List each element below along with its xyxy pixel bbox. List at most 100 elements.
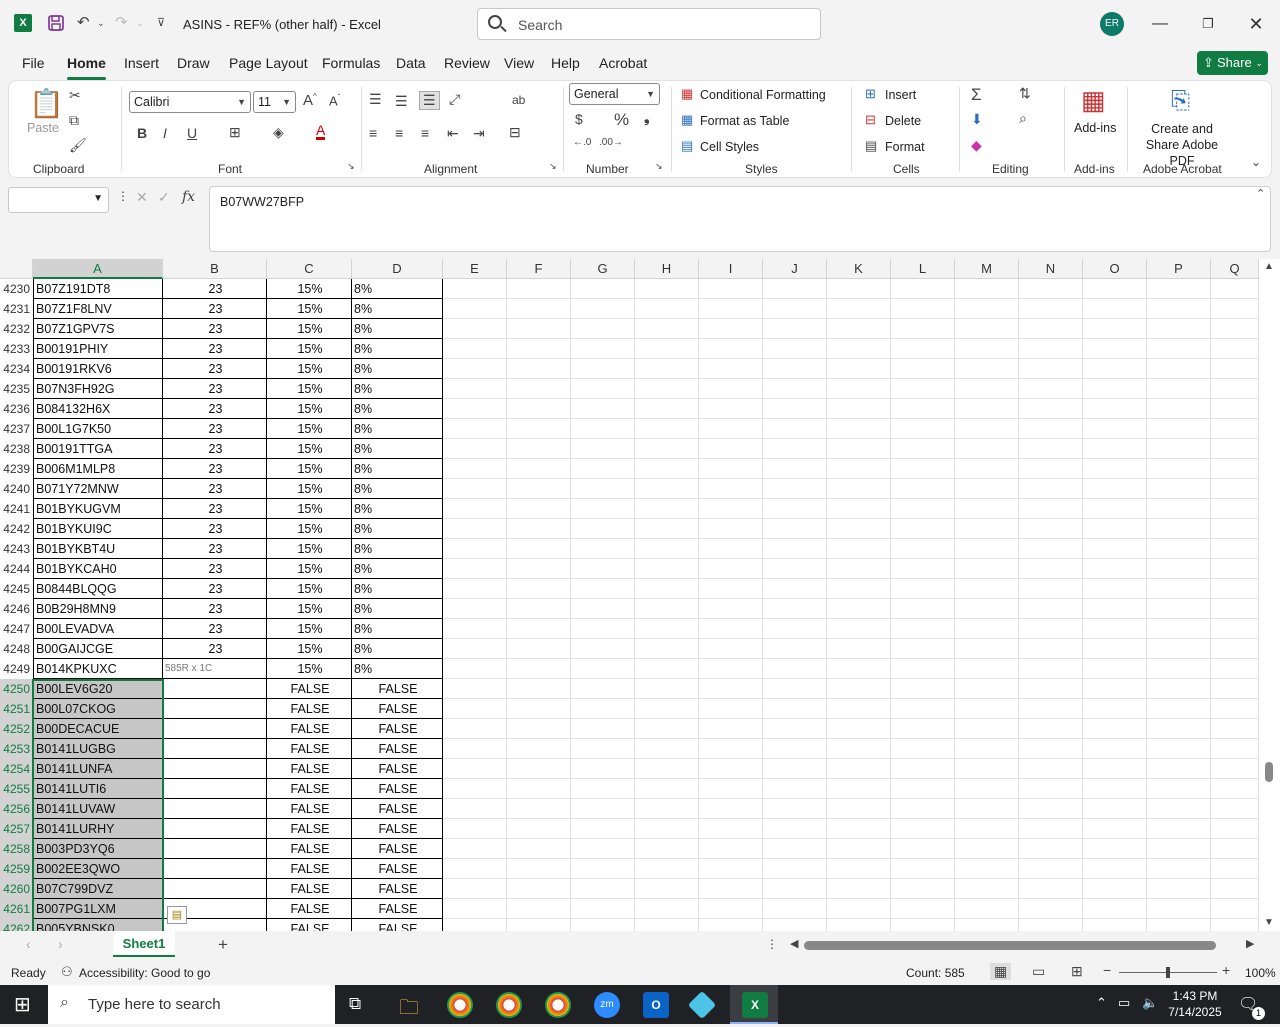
search-input[interactable]: Search — [477, 8, 821, 40]
page-layout-view-icon[interactable]: ▭ — [1032, 963, 1045, 980]
cell-d[interactable]: FALSE — [352, 679, 443, 699]
insert-cells-icon[interactable]: ⊞ — [865, 86, 876, 102]
show-hidden-icons-icon[interactable]: ⌃ — [1096, 995, 1107, 1011]
cell-a[interactable]: B0844BLQQG — [33, 579, 163, 599]
format-painter-icon[interactable]: 🖌 — [69, 137, 87, 154]
cell-b[interactable]: 23 — [163, 479, 267, 499]
cell-a[interactable]: B0141LUVAW — [33, 799, 163, 819]
avatar[interactable]: ER — [1100, 12, 1124, 36]
cell-b[interactable] — [163, 879, 267, 899]
column-header-g[interactable]: G — [571, 259, 635, 279]
cell-a[interactable]: B002EE3QWO — [33, 859, 163, 879]
cell-a[interactable]: B00191RKV6 — [33, 359, 163, 379]
select-all-corner[interactable] — [0, 259, 33, 279]
cell-d[interactable]: 8% — [352, 599, 443, 619]
cell-c[interactable]: 15% — [267, 399, 352, 419]
cell-a[interactable]: B07Z1GPV7S — [33, 319, 163, 339]
cell-b[interactable]: 23 — [163, 559, 267, 579]
number-format-combo[interactable]: General ▼ — [569, 83, 660, 105]
zoom-slider-thumb[interactable] — [1166, 967, 1170, 978]
row-header[interactable]: 4237 — [0, 419, 32, 439]
more-options-icon[interactable]: ⋮ — [117, 189, 129, 203]
row-header[interactable]: 4251 — [0, 699, 32, 719]
column-header-m[interactable]: M — [955, 259, 1019, 279]
cell-a[interactable]: B084132H6X — [33, 399, 163, 419]
borders-icon[interactable]: ⊞ — [229, 124, 241, 141]
cell-b[interactable]: 23 — [163, 379, 267, 399]
cell-a[interactable]: B07N3FH92G — [33, 379, 163, 399]
cell-b[interactable] — [163, 759, 267, 779]
cell-c[interactable]: 15% — [267, 319, 352, 339]
formula-input[interactable]: B07WW27BFP — [209, 186, 1271, 252]
cell-c[interactable]: 15% — [267, 519, 352, 539]
cell-styles-icon[interactable]: ▤ — [681, 138, 693, 154]
column-header-o[interactable]: O — [1083, 259, 1147, 279]
cell-b[interactable]: 23 — [163, 439, 267, 459]
row-header[interactable]: 4233 — [0, 339, 32, 359]
row-header[interactable]: 4245 — [0, 579, 32, 599]
cell-c[interactable]: 15% — [267, 539, 352, 559]
font-name-combo[interactable]: Calibri ▼ — [129, 91, 251, 113]
cell-b[interactable]: 23 — [163, 599, 267, 619]
column-header-a[interactable]: A — [33, 259, 163, 279]
redo-dropdown-icon[interactable]: ⌄ — [136, 14, 144, 32]
cell-a[interactable]: B00191PHIY — [33, 339, 163, 359]
align-right-icon[interactable]: ≡ — [421, 125, 429, 141]
cell-b[interactable]: 23 — [163, 319, 267, 339]
cell-b[interactable] — [163, 719, 267, 739]
row-header[interactable]: 4250 — [0, 679, 32, 699]
cell-a[interactable]: B00LEVADVA — [33, 619, 163, 639]
cell-c[interactable]: 15% — [267, 359, 352, 379]
conditional-formatting-button[interactable]: Conditional Formatting — [700, 88, 826, 102]
row-header[interactable]: 4249 — [0, 659, 32, 679]
app-icon[interactable] — [687, 990, 717, 1020]
cell-c[interactable]: 15% — [267, 639, 352, 659]
cell-c[interactable]: 15% — [267, 299, 352, 319]
vertical-scrollbar-thumb[interactable] — [1265, 762, 1273, 782]
column-header-n[interactable]: N — [1019, 259, 1083, 279]
cell-a[interactable]: B0141LUGBG — [33, 739, 163, 759]
fill-icon[interactable]: ⬇ — [971, 111, 983, 128]
tab-acrobat[interactable]: Acrobat — [599, 55, 647, 71]
wrap-text-icon[interactable]: ab — [512, 93, 525, 107]
row-header[interactable]: 4255 — [0, 779, 32, 799]
file-explorer-icon[interactable]: 🗀 — [399, 993, 419, 1027]
cancel-icon[interactable]: ✕ — [136, 189, 148, 206]
decrease-indent-icon[interactable]: ⇤ — [447, 125, 459, 142]
copy-icon[interactable]: ⧉ — [69, 112, 79, 129]
chrome-icon[interactable] — [447, 992, 473, 1018]
increase-font-icon[interactable]: A^ — [303, 92, 317, 109]
minimize-button[interactable]: — — [1148, 12, 1172, 36]
cell-b[interactable]: 23 — [163, 619, 267, 639]
cell-c[interactable]: FALSE — [267, 879, 352, 899]
column-header-c[interactable]: C — [267, 259, 352, 279]
delete-cells-icon[interactable]: ⊟ — [865, 112, 876, 128]
cell-a[interactable]: B00L1G7K50 — [33, 419, 163, 439]
cell-d[interactable]: 8% — [352, 299, 443, 319]
windows-start-icon[interactable]: ⊞ — [14, 992, 31, 1017]
row-header[interactable]: 4234 — [0, 359, 32, 379]
tab-draw[interactable]: Draw — [177, 55, 210, 71]
cell-d[interactable]: 8% — [352, 439, 443, 459]
cell-c[interactable]: 15% — [267, 599, 352, 619]
save-icon[interactable] — [47, 14, 65, 37]
cell-b[interactable] — [163, 819, 267, 839]
cell-b[interactable]: 23 — [163, 359, 267, 379]
zoom-app-icon[interactable]: zm — [594, 992, 620, 1018]
align-top-icon[interactable]: ☰ — [369, 91, 382, 108]
cell-d[interactable]: FALSE — [352, 719, 443, 739]
cell-d[interactable]: FALSE — [352, 779, 443, 799]
cell-a[interactable]: B07C799DVZ — [33, 879, 163, 899]
cell-c[interactable]: FALSE — [267, 759, 352, 779]
cell-d[interactable]: 8% — [352, 479, 443, 499]
align-center-icon[interactable]: ≡ — [395, 125, 403, 141]
merge-center-icon[interactable]: ⊟ — [509, 124, 521, 141]
taskbar-search-input[interactable]: ⌕ Type here to search — [48, 985, 335, 1024]
row-header[interactable]: 4232 — [0, 319, 32, 339]
cell-d[interactable]: 8% — [352, 339, 443, 359]
cell-b[interactable]: 585R x 1C — [163, 659, 267, 679]
paste-label[interactable]: Paste — [27, 121, 59, 135]
row-header[interactable]: 4261 — [0, 899, 32, 919]
tab-page-layout[interactable]: Page Layout — [229, 55, 308, 71]
cell-d[interactable]: 8% — [352, 379, 443, 399]
